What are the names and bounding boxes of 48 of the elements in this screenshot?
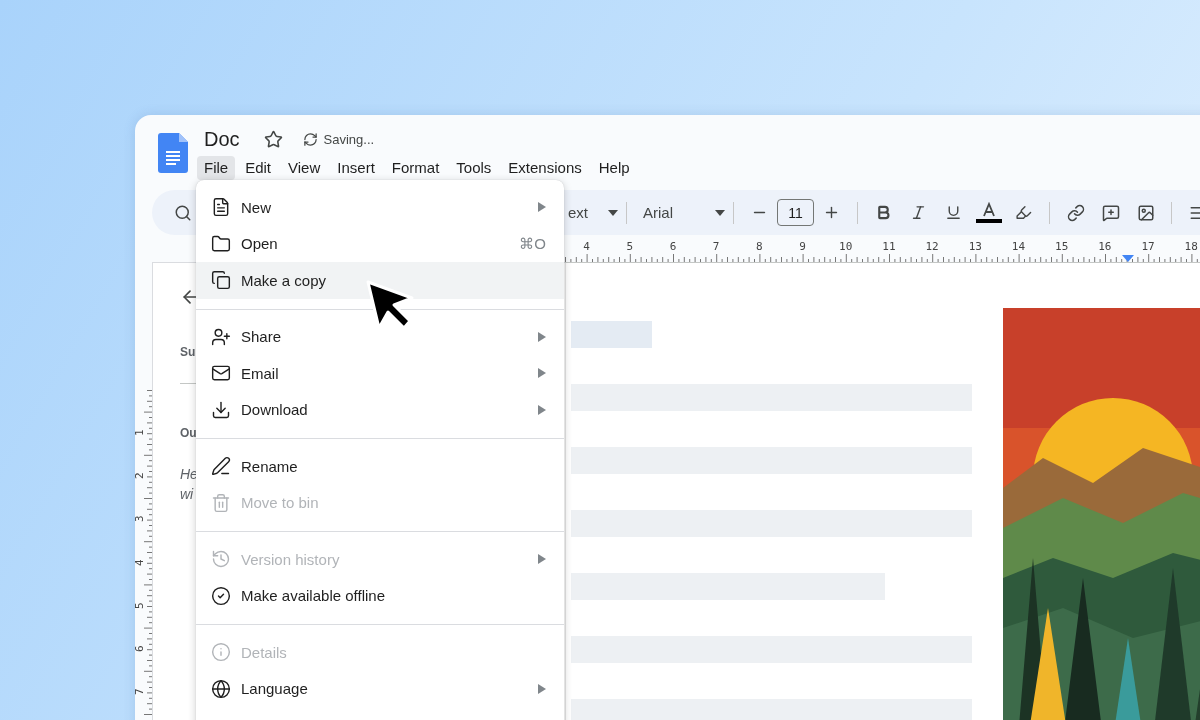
menu-item[interactable]: Rename <box>196 448 564 485</box>
ruler-number: 15 <box>1054 240 1070 254</box>
menu-bar-item[interactable]: Extensions <box>501 156 589 180</box>
menu-item[interactable]: Language <box>196 670 564 707</box>
font-dropdown[interactable]: Arial <box>643 204 715 221</box>
ruler-number: 11 <box>881 240 897 254</box>
menu-bar-item[interactable]: Insert <box>330 156 382 180</box>
style-dropdown[interactable]: ext <box>568 204 588 221</box>
ruler-number: 7 <box>135 687 147 697</box>
menu-bar-item[interactable]: Format <box>384 156 447 180</box>
font-size-field[interactable]: 11 <box>777 199 814 226</box>
ruler-number: 5 <box>625 240 635 254</box>
ruler-number: 7 <box>711 240 721 254</box>
outline-heading: Ou <box>180 426 197 440</box>
menu-bar-item[interactable]: File <box>197 156 236 180</box>
ruler-number: 4 <box>582 240 591 254</box>
ruler-number: 2 <box>135 471 147 481</box>
shortcut-text: ⌘O <box>519 234 546 253</box>
document-title[interactable]: Doc <box>204 127 240 151</box>
ruler-number: 9 <box>798 240 807 254</box>
ruler-number: 18 <box>1183 240 1199 254</box>
ruler-number: 4 <box>135 557 147 567</box>
save-status: Saving... <box>323 131 375 147</box>
ruler-number: 10 <box>838 240 854 254</box>
outline-hint-text: wi <box>180 485 195 504</box>
menu-item[interactable]: Share <box>196 318 564 355</box>
menu-bar-item[interactable]: Tools <box>449 156 499 180</box>
ruler-number: 5 <box>135 601 147 610</box>
menu-item[interactable]: Email <box>196 355 564 392</box>
menu-bar-item[interactable]: Help <box>591 156 637 180</box>
ruler-number: 17 <box>1140 240 1156 254</box>
menu-item[interactable]: Make a copy <box>196 262 564 299</box>
menu-bar-item[interactable]: Edit <box>238 156 279 180</box>
ruler-number: 6 <box>668 240 678 254</box>
menu-item[interactable]: New <box>196 189 564 226</box>
ruler-number: 12 <box>924 240 940 254</box>
menu-item[interactable]: Open ⌘O <box>196 225 564 262</box>
menu-item[interactable]: Make available offline <box>196 577 564 614</box>
summary-heading: Su <box>180 345 196 359</box>
menu-item[interactable]: Download <box>196 391 564 428</box>
ruler-number: 6 <box>135 644 147 654</box>
menu-bar-item[interactable]: View <box>281 156 328 180</box>
ruler-number: 8 <box>755 240 764 254</box>
ruler-number: 16 <box>1097 240 1113 254</box>
ruler-number: 1 <box>135 428 147 438</box>
ruler-number: 14 <box>1010 240 1027 254</box>
ruler-number: 3 <box>135 514 147 524</box>
ruler-number: 13 <box>967 240 983 254</box>
